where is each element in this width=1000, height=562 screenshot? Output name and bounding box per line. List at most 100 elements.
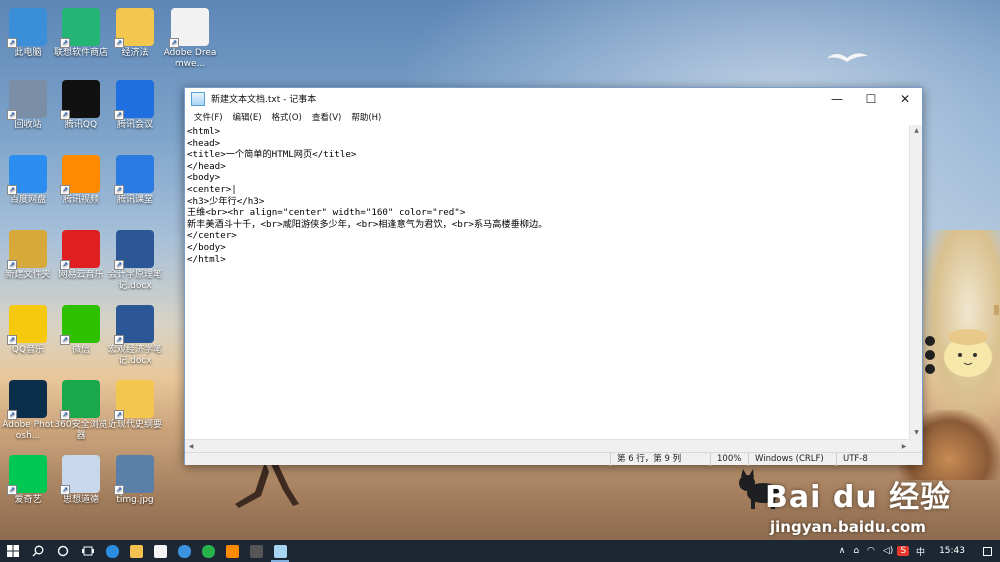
desktop-icon[interactable]: ↗ 此电脑 [0,8,56,59]
shortcut-arrow-icon: ↗ [114,260,124,270]
notification-icon[interactable] [983,546,992,556]
line-ending: Windows (CRLF) [748,453,836,466]
menu-edit[interactable]: 编辑(E) [228,111,267,123]
vpn-icon[interactable]: ⌂ [849,546,863,556]
cortana-icon[interactable] [50,540,75,562]
desktop-icon[interactable]: ↗ Adobe Photosh... [0,380,56,442]
tencent-video-taskbar-icon[interactable] [220,540,244,562]
desktop-icon[interactable]: ↗ 腾讯QQ [53,80,109,131]
shortcut-arrow-icon: ↗ [7,260,17,270]
iqiyi-icon: ↗ [7,455,47,495]
desktop-icon[interactable]: ↗ 联想软件商店 [53,8,109,59]
window-title: 新建文本文档.txt - 记事本 [211,95,317,105]
shortcut-arrow-icon: ↗ [7,185,17,195]
menu-format[interactable]: 格式(O) [267,111,307,123]
desktop-icon[interactable]: ↗ 宏观经济学笔记.docx [107,305,163,367]
horizontal-scrollbar[interactable]: ◀ ▶ [185,439,910,452]
search-icon[interactable] [25,540,50,562]
sogou-ime-icon[interactable]: S [897,546,910,556]
floating-pet-widget[interactable] [920,305,1000,385]
document-icon: ↗ [60,455,100,495]
desktop-icon-label: 会计学原理笔记.docx [107,270,162,291]
notepad-window[interactable]: 新建文本文档.txt - 记事本 — ☐ ✕ 文件(F) 编辑(E) 格式(O)… [184,87,923,466]
title-bar[interactable]: 新建文本文档.txt - 记事本 — ☐ ✕ [185,88,922,109]
desktop-icon[interactable]: ↗ Adobe Dreamwe... [162,8,218,70]
wifi-icon[interactable]: ◠ [863,546,879,556]
scroll-down-icon[interactable]: ▼ [910,427,923,439]
vertical-scrollbar[interactable]: ▲ ▼ [909,125,922,439]
file-icon: ↗ [169,8,209,48]
walking-figure-illustration [235,462,299,508]
chevron-up-icon[interactable]: ∧ [835,546,850,556]
360-browser-icon[interactable] [196,540,220,562]
edge-browser-icon[interactable] [100,540,124,562]
photoshop-icon: ↗ [7,380,47,420]
shortcut-arrow-icon: ↗ [114,110,124,120]
text-editor[interactable]: <html> <head> <title>一个简单的HTML网页</title>… [185,125,910,439]
desktop-icon[interactable]: ↗ 新建文件夹 [0,230,56,281]
window-controls: — ☐ ✕ [820,88,922,109]
close-button[interactable]: ✕ [888,88,922,109]
task-view-icon[interactable] [75,540,100,562]
qq-music-icon: ↗ [7,305,47,345]
baidu-netdisk-icon: ↗ [7,155,47,195]
desktop-icon[interactable]: ↗ 腾讯会议 [107,80,163,131]
desktop-icon[interactable]: ↗ 经济法 [107,8,163,59]
maximize-button[interactable]: ☐ [854,88,888,109]
bird-illustration [827,53,868,62]
desktop-icon-label: 腾讯课堂 [116,195,153,205]
desktop-icon[interactable]: ↗ 回收站 [0,80,56,131]
tencent-video-icon: ↗ [60,155,100,195]
menu-view[interactable]: 查看(V) [307,111,346,123]
notepad-taskbar-icon[interactable] [268,540,292,562]
menu-help[interactable]: 帮助(H) [346,111,386,123]
start-button[interactable] [0,540,25,562]
shortcut-arrow-icon: ↗ [114,185,124,195]
netease-music-icon: ↗ [60,230,100,270]
minimize-button[interactable]: — [820,88,854,109]
desktop-icon[interactable]: ↗ 近现代史纲要 [107,380,163,431]
word-icon: ↗ [114,305,154,345]
desktop-icon[interactable]: ↗ 微信 [53,305,109,356]
shortcut-arrow-icon: ↗ [7,485,17,495]
shortcut-arrow-icon: ↗ [60,410,70,420]
desktop-icon-label: 网易云音乐 [58,270,104,280]
desktop-icon-label: 近现代史纲要 [107,420,162,430]
desktop-icon-label: timg.jpg [116,495,154,505]
desktop-icon[interactable]: ↗ 腾讯课堂 [107,155,163,206]
volume-icon[interactable]: ◁) [879,546,897,556]
recycle-bin-icon: ↗ [7,80,47,120]
desktop-icon[interactable]: ↗ 爱奇艺 [0,455,56,506]
shortcut-arrow-icon: ↗ [60,38,70,48]
desktop-icon[interactable]: ↗ 网易云音乐 [53,230,109,281]
dreamweaver-taskbar-icon[interactable] [244,540,268,562]
desktop-icon[interactable]: ↗ 百度网盘 [0,155,56,206]
file-explorer-icon[interactable] [124,540,148,562]
document-icon: ↗ [114,8,154,48]
store-icon[interactable] [148,540,172,562]
input-method-indicator[interactable]: 中 [912,545,929,558]
desktop-icon-label: 新建文件夹 [5,270,51,280]
desktop-icon[interactable]: ↗ 腾讯视频 [53,155,109,206]
lenovo-store-icon: ↗ [60,8,100,48]
shortcut-arrow-icon: ↗ [60,185,70,195]
desktop-icon[interactable]: ↗ timg.jpg [107,455,163,506]
browser-360-icon: ↗ [60,380,100,420]
zoom-level: 100% [710,453,748,466]
cursor-position: 第 6 行，第 9 列 [610,453,710,466]
wechat-icon: ↗ [60,305,100,345]
shortcut-arrow-icon: ↗ [7,335,17,345]
desktop-icon-label: 此电脑 [14,48,42,58]
scroll-up-icon[interactable]: ▲ [910,125,923,137]
desktop-icon[interactable]: ↗ 会计学原理笔记.docx [107,230,163,292]
clock-app-icon[interactable] [172,540,196,562]
tencent-meeting-icon: ↗ [114,80,154,120]
menu-file[interactable]: 文件(F) [189,111,228,123]
desktop-icon[interactable]: ↗ 360安全浏览器 [53,380,109,442]
clock[interactable]: 15:43 [929,546,975,556]
shortcut-arrow-icon: ↗ [114,410,124,420]
desktop-icon[interactable]: ↗ 思想道德 [53,455,109,506]
desktop-icon-label: 联想软件商店 [53,48,108,58]
desktop-icon[interactable]: ↗ QQ音乐 [0,305,56,356]
desktop-icon-label: 爱奇艺 [14,495,42,505]
